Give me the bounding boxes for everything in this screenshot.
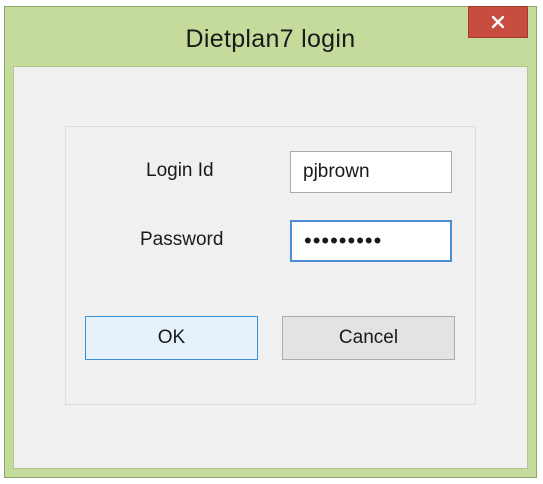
password-input[interactable] bbox=[290, 220, 452, 262]
close-icon bbox=[491, 15, 505, 29]
login-id-input[interactable] bbox=[290, 151, 452, 193]
login-id-label: Login Id bbox=[146, 160, 214, 181]
cancel-button[interactable]: Cancel bbox=[282, 316, 455, 360]
title-bar[interactable]: Dietplan7 login bbox=[5, 6, 536, 67]
dialog-client-area: Login Id Password OK Cancel bbox=[13, 66, 528, 469]
ok-button[interactable]: OK bbox=[85, 316, 258, 360]
window-title: Dietplan7 login bbox=[185, 25, 356, 53]
login-form-group: Login Id Password OK Cancel bbox=[65, 126, 476, 405]
close-button[interactable] bbox=[468, 6, 528, 38]
password-label: Password bbox=[140, 229, 224, 250]
login-dialog-window: Dietplan7 login Login Id Password OK Can… bbox=[4, 6, 537, 478]
